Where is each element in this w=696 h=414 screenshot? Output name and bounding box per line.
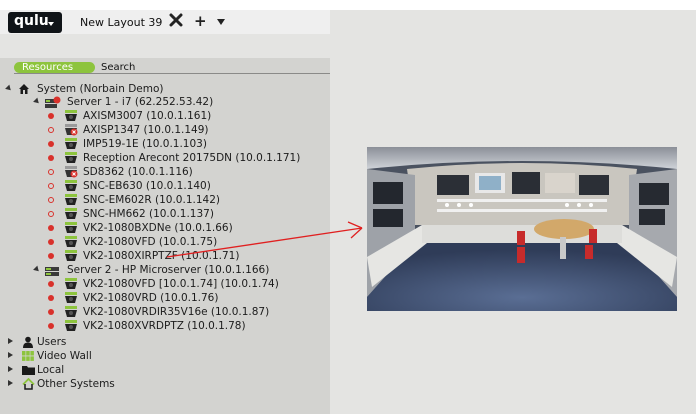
annotation-arrow <box>166 221 363 258</box>
